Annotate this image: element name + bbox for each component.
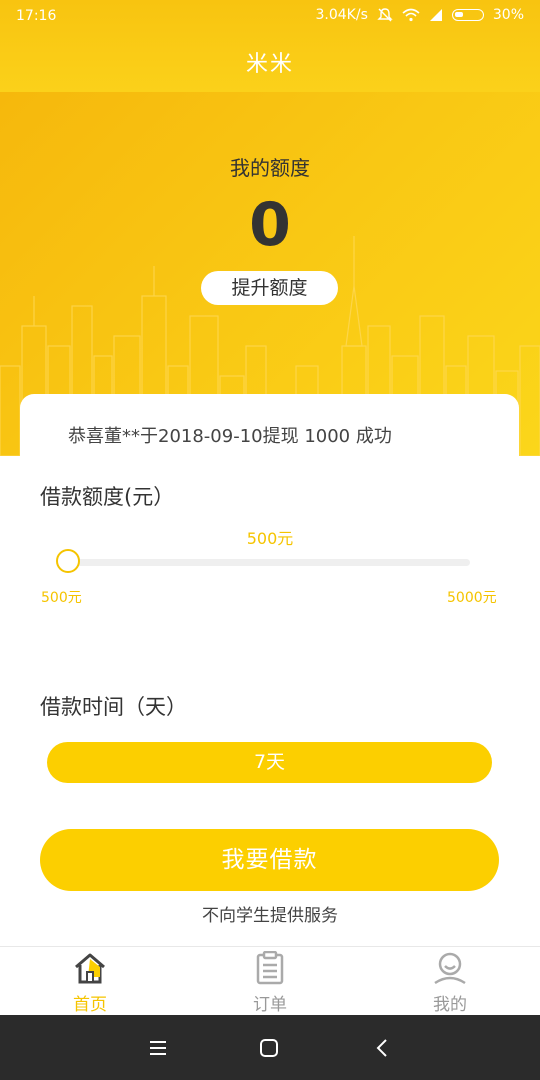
clipboard-icon <box>256 951 284 985</box>
home-button-icon[interactable] <box>258 1037 280 1059</box>
system-navigation-bar <box>0 1015 540 1080</box>
quota-label: 我的额度 <box>230 156 310 180</box>
tab-orders-label: 订单 <box>253 995 287 1015</box>
withdraw-notice-text: 恭喜董**于2018-09-10提现 1000 成功 <box>68 426 392 447</box>
user-icon <box>434 952 466 985</box>
wifi-icon <box>402 8 420 22</box>
status-time: 17:16 <box>16 8 57 24</box>
battery-percent: 30% <box>492 7 524 23</box>
loan-amount-max: 5000元 <box>447 590 497 606</box>
tab-mine-label: 我的 <box>433 995 467 1015</box>
loan-amount-slider-track[interactable] <box>68 559 470 566</box>
disclaimer-text: 不向学生提供服务 <box>202 906 338 926</box>
mute-icon <box>377 8 393 22</box>
bottom-tab-bar: 首页 订单 我的 <box>0 946 540 1016</box>
signal-icon <box>429 9 442 21</box>
back-icon[interactable] <box>372 1037 394 1059</box>
app-title: 米米 <box>245 52 294 77</box>
loan-term-title: 借款时间（天） <box>40 695 187 719</box>
menu-icon[interactable] <box>147 1037 169 1059</box>
network-speed: 3.04K/s <box>315 7 368 23</box>
loan-amount-title: 借款额度(元） <box>40 485 175 509</box>
loan-amount-current: 500元 <box>246 529 294 548</box>
borrow-button[interactable]: 我要借款 <box>40 829 499 891</box>
battery-icon <box>451 9 484 21</box>
loan-amount-slider-thumb[interactable] <box>56 549 80 573</box>
status-indicators: 3.04K/s 30% <box>316 7 525 23</box>
tab-mine[interactable]: 我的 <box>400 947 500 1016</box>
loan-amount-min: 500元 <box>41 590 82 606</box>
tab-home-label: 首页 <box>73 995 107 1015</box>
home-icon <box>75 953 105 984</box>
raise-quota-button[interactable]: 提升额度 <box>201 271 338 305</box>
tab-orders[interactable]: 订单 <box>220 947 320 1016</box>
tab-home[interactable]: 首页 <box>40 947 140 1016</box>
loan-term-option[interactable]: 7天 <box>47 742 492 783</box>
quota-value: 0 <box>249 190 291 260</box>
